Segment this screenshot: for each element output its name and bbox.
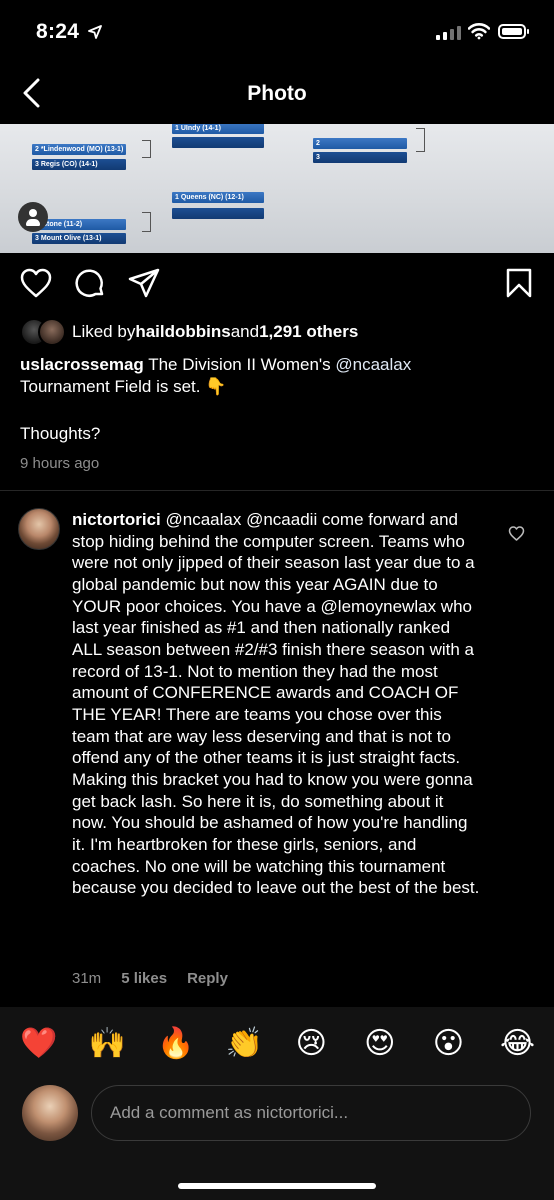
caption-thoughts: Thoughts? <box>20 424 101 443</box>
post-photo[interactable]: 1 UIndy (14-1) 2 *Lindenwood (MO) (13-1)… <box>0 124 554 253</box>
commenter-avatar[interactable] <box>18 508 60 550</box>
comment-meta: 31m 5 likes Reply <box>72 970 228 987</box>
likes-summary[interactable]: Liked by haildobbins and 1,291 others <box>20 318 358 346</box>
battery-icon <box>498 24 529 39</box>
bracket-connector <box>416 128 425 152</box>
caption-text: The Division II Women's <box>143 355 336 374</box>
comment-bubble-icon[interactable] <box>74 268 106 300</box>
emoji-crying[interactable]: 😢 <box>294 1026 328 1062</box>
emoji-surprised[interactable]: 😮 <box>431 1026 465 1062</box>
liker-avatar <box>38 318 66 346</box>
bracket-slot: 3 Mount Olive (13-1) <box>32 233 126 244</box>
like-heart-icon[interactable] <box>20 268 52 298</box>
caption-mention[interactable]: @ncaalax <box>335 355 411 374</box>
emoji-raised-hands[interactable]: 🙌 <box>89 1026 126 1062</box>
home-indicator[interactable] <box>178 1183 376 1189</box>
quick-emoji-row: ❤️ 🙌 🔥 👏 😢 😍 😮 😂 <box>0 1026 554 1062</box>
emoji-heart[interactable]: ❤️ <box>20 1026 57 1062</box>
bracket-slot <box>172 137 264 148</box>
caption-username[interactable]: uslacrossemag <box>20 355 144 374</box>
emoji-fire[interactable]: 🔥 <box>157 1026 194 1062</box>
divider <box>0 490 554 491</box>
bracket-slot: 1 UIndy (14-1) <box>172 124 264 134</box>
bookmark-save-icon[interactable] <box>506 268 532 298</box>
bracket-connector <box>142 140 151 158</box>
current-user-avatar <box>22 1085 78 1141</box>
emoji-heart-eyes[interactable]: 😍 <box>363 1026 397 1062</box>
bracket-slot: 2 <box>313 138 407 149</box>
location-arrow-icon <box>88 25 102 39</box>
emoji-laughing[interactable]: 😂 <box>500 1026 535 1062</box>
page-title: Photo <box>247 82 307 105</box>
comment-likes[interactable]: 5 likes <box>121 970 167 987</box>
bracket-connector <box>142 212 151 232</box>
bracket-slot <box>172 208 264 219</box>
wifi-icon <box>468 23 490 40</box>
caption-text: Tournament Field is set. <box>20 377 206 396</box>
likes-middle: and <box>230 322 260 341</box>
bracket-slot: 1 Queens (NC) (12-1) <box>172 192 264 203</box>
bracket-slot: 3 Regis (CO) (14-1) <box>32 159 126 170</box>
bracket-slot: 3 <box>313 152 407 163</box>
likes-count[interactable]: 1,291 others <box>259 322 358 342</box>
bracket-slot: 2 *Lindenwood (MO) (13-1) <box>32 144 126 155</box>
comment-text: @ncaalax @ncaadii come forward and stop … <box>72 510 480 898</box>
add-comment-input[interactable] <box>91 1085 531 1141</box>
emoji-clap[interactable]: 👏 <box>226 1026 263 1062</box>
likes-prefix: Liked by <box>72 322 136 341</box>
reply-button[interactable]: Reply <box>187 970 228 987</box>
comment-like-heart-icon[interactable] <box>508 526 525 541</box>
tagged-user-icon[interactable] <box>18 202 48 232</box>
comment-body: nictortorici @ncaalax @ncaadii come forw… <box>72 509 482 899</box>
liker-username[interactable]: haildobbins <box>135 322 230 342</box>
post-caption: uslacrossemag The Division II Women's @n… <box>20 354 530 398</box>
comment-username[interactable]: nictortorici <box>72 510 161 529</box>
caption-emoji: 👇 <box>205 377 227 396</box>
comment-time: 31m <box>72 970 102 987</box>
share-send-icon[interactable] <box>128 268 160 298</box>
post-timestamp: 9 hours ago <box>20 455 100 472</box>
cellular-signal-icon <box>436 26 461 40</box>
status-time: 8:24 <box>36 20 80 43</box>
